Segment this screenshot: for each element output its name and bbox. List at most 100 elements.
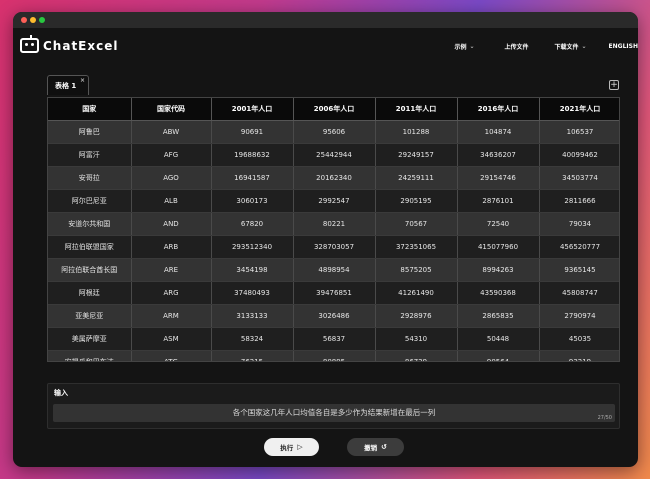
column-header[interactable]: 2001年人口	[211, 98, 294, 121]
table-cell[interactable]: 41261490	[375, 281, 458, 305]
table-cell[interactable]: 328703057	[293, 235, 376, 259]
table-cell[interactable]: 45035	[539, 327, 619, 351]
table-row[interactable]: 安哥拉 AGO 16941587 20162340 24259111 29154746 34…	[48, 166, 619, 190]
table-cell[interactable]: 2928976	[375, 304, 458, 328]
table-cell[interactable]: ARB	[131, 235, 212, 259]
table-cell[interactable]: 56837	[293, 327, 376, 351]
table-cell[interactable]: 阿拉伯联盟国家	[48, 235, 132, 259]
table-cell[interactable]: 67820	[211, 212, 294, 236]
table-cell[interactable]: 安道尔共和国	[48, 212, 132, 236]
table-cell[interactable]: 293512340	[211, 235, 294, 259]
table-row[interactable]: 阿拉伯联盟国家 ARB 293512340 328703057 372351065 415…	[48, 235, 619, 259]
table-cell[interactable]: 34503774	[539, 166, 619, 190]
table-cell[interactable]: 20162340	[293, 166, 376, 190]
table-cell[interactable]: ASM	[131, 327, 212, 351]
table-cell[interactable]: 美属萨摩亚	[48, 327, 132, 351]
table-row[interactable]: 亚美尼亚 ARM 3133133 3026486 2928976 2865835 27909…	[48, 304, 619, 328]
table-cell[interactable]: 16941587	[211, 166, 294, 190]
table-cell[interactable]: AND	[131, 212, 212, 236]
table-cell[interactable]: 3133133	[211, 304, 294, 328]
table-cell[interactable]: 29154746	[457, 166, 540, 190]
table-cell[interactable]: 90564	[457, 350, 540, 361]
tab-sheet-1[interactable]: 表格 1 ×	[47, 75, 89, 95]
table-cell[interactable]: 101288	[375, 120, 458, 144]
table-cell[interactable]: 3026486	[293, 304, 376, 328]
brand-logo[interactable]: ChatExcel	[20, 35, 119, 53]
table-cell[interactable]: 安提瓜和巴布达	[48, 350, 132, 361]
column-header[interactable]: 2021年人口	[539, 98, 619, 121]
table-row[interactable]: 阿富汗 AFG 19688632 25442944 29249157 34636207 40…	[48, 143, 619, 167]
table-cell[interactable]: 93219	[539, 350, 619, 361]
column-header[interactable]: 2011年人口	[375, 98, 458, 121]
table-cell[interactable]: 40099462	[539, 143, 619, 167]
table-cell[interactable]: 2876101	[457, 189, 540, 213]
table-cell[interactable]: 76215	[211, 350, 294, 361]
table-cell[interactable]: 45808747	[539, 281, 619, 305]
table-cell[interactable]: 456520777	[539, 235, 619, 259]
table-cell[interactable]: 2811666	[539, 189, 619, 213]
table-cell[interactable]: 3454198	[211, 258, 294, 282]
table-cell[interactable]: 亚美尼亚	[48, 304, 132, 328]
table-row[interactable]: 阿根廷 ARG 37480493 39476851 41261490 43590368 45…	[48, 281, 619, 305]
table-cell[interactable]: 25442944	[293, 143, 376, 167]
table-cell[interactable]: 39476851	[293, 281, 376, 305]
table-row[interactable]: 安道尔共和国 AND 67820 80221 70567 72540 79034	[48, 212, 619, 236]
table-cell[interactable]: ALB	[131, 189, 212, 213]
table-cell[interactable]: ABW	[131, 120, 212, 144]
table-cell[interactable]: 2865835	[457, 304, 540, 328]
table-cell[interactable]: 43590368	[457, 281, 540, 305]
data-table-container[interactable]: 国家 国家代码 2001年人口 2006年人口 2011年人口 2016年人口 …	[47, 97, 620, 362]
table-cell[interactable]: 阿鲁巴	[48, 120, 132, 144]
column-header[interactable]: 国家	[48, 98, 132, 121]
table-row[interactable]: 阿鲁巴 ABW 90691 95606 101288 104874 106537	[48, 120, 619, 144]
table-cell[interactable]: 阿富汗	[48, 143, 132, 167]
table-cell[interactable]: 80895	[293, 350, 376, 361]
table-cell[interactable]: ARG	[131, 281, 212, 305]
nav-language[interactable]: ENGLISH	[609, 43, 638, 50]
table-cell[interactable]: 2992547	[293, 189, 376, 213]
run-button[interactable]: 执行 ▷	[264, 438, 319, 456]
table-cell[interactable]: 37480493	[211, 281, 294, 305]
table-cell[interactable]: 2790974	[539, 304, 619, 328]
table-cell[interactable]: ATG	[131, 350, 212, 361]
table-cell[interactable]: 34636207	[457, 143, 540, 167]
table-cell[interactable]: 29249157	[375, 143, 458, 167]
add-sheet-icon[interactable]: +	[609, 80, 619, 90]
table-cell[interactable]: 24259111	[375, 166, 458, 190]
table-cell[interactable]: 106537	[539, 120, 619, 144]
table-cell[interactable]: 372351065	[375, 235, 458, 259]
close-icon[interactable]: ×	[80, 77, 85, 84]
table-row[interactable]: 阿拉伯联合酋长国 ARE 3454198 4898954 8575205 8994263 9…	[48, 258, 619, 282]
table-cell[interactable]: 58324	[211, 327, 294, 351]
table-cell[interactable]: 4898954	[293, 258, 376, 282]
table-cell[interactable]: 415077960	[457, 235, 540, 259]
table-cell[interactable]: 8994263	[457, 258, 540, 282]
table-cell[interactable]: ARM	[131, 304, 212, 328]
table-cell[interactable]: 50448	[457, 327, 540, 351]
prompt-input[interactable]: 各个国家这几年人口均值各自是多少作为结果新增在最后一列 27/50	[53, 404, 615, 422]
table-cell[interactable]: 阿拉伯联合酋长国	[48, 258, 132, 282]
column-header[interactable]: 国家代码	[131, 98, 212, 121]
table-row[interactable]: 阿尔巴尼亚 ALB 3060173 2992547 2905195 2876101 2811…	[48, 189, 619, 213]
table-cell[interactable]: 79034	[539, 212, 619, 236]
column-header[interactable]: 2016年人口	[457, 98, 540, 121]
maximize-window-icon[interactable]	[39, 17, 45, 23]
nav-download[interactable]: 下载文件 ⌄	[555, 42, 587, 51]
table-cell[interactable]: 9365145	[539, 258, 619, 282]
table-cell[interactable]: AGO	[131, 166, 212, 190]
table-cell[interactable]: ARE	[131, 258, 212, 282]
table-row[interactable]: 美属萨摩亚 ASM 58324 56837 54310 50448 45035	[48, 327, 619, 351]
table-cell[interactable]: 104874	[457, 120, 540, 144]
table-cell[interactable]: AFG	[131, 143, 212, 167]
table-cell[interactable]: 阿根廷	[48, 281, 132, 305]
close-window-icon[interactable]	[21, 17, 27, 23]
table-cell[interactable]: 8575205	[375, 258, 458, 282]
table-cell[interactable]: 19688632	[211, 143, 294, 167]
table-row[interactable]: 安提瓜和巴布达 ATG 76215 80895 86729 90564 93219	[48, 350, 619, 361]
table-cell[interactable]: 安哥拉	[48, 166, 132, 190]
undo-button[interactable]: 撤销 ↺	[347, 438, 404, 456]
table-cell[interactable]: 86729	[375, 350, 458, 361]
table-cell[interactable]: 70567	[375, 212, 458, 236]
nav-examples[interactable]: 示例 ⌄	[454, 42, 474, 51]
table-cell[interactable]: 3060173	[211, 189, 294, 213]
